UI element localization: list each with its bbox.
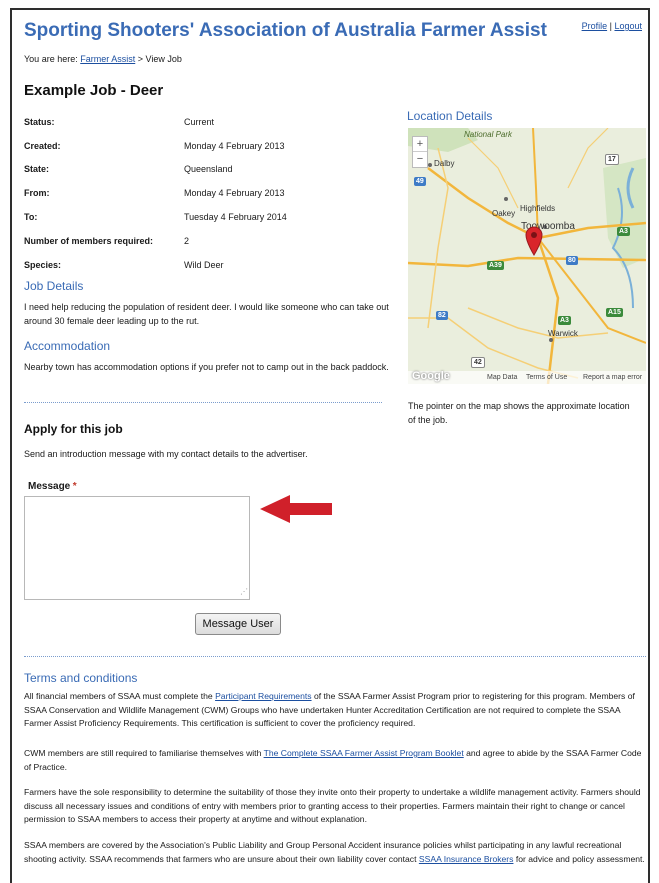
terms-text: CWM members are still required to famili…: [24, 748, 264, 758]
map-label-national-park: National Park: [464, 130, 513, 139]
breadcrumb: You are here: Farmer Assist > View Job: [24, 54, 182, 64]
link-separator: |: [609, 21, 612, 31]
map-label-oakey: Oakey: [492, 209, 516, 218]
breadcrumb-prefix: You are here:: [24, 54, 78, 64]
detail-row-status: Status: Current: [24, 110, 404, 134]
detail-row-members: Number of members required: 2: [24, 229, 404, 253]
location-map[interactable]: + − National Park Dalby Oakey Highfields…: [408, 128, 646, 384]
map-report-link[interactable]: Report a map error: [583, 374, 642, 381]
detail-row-to: To: Tuesday 4 February 2014: [24, 205, 404, 229]
map-caption: The pointer on the map shows the approxi…: [408, 401, 630, 425]
divider: [24, 656, 646, 657]
road-shield: A3: [617, 227, 630, 236]
map-label-warwick: Warwick: [548, 329, 578, 338]
road-shield: A15: [606, 308, 623, 317]
message-textarea[interactable]: [24, 496, 250, 600]
pointer-arrow-icon: [260, 495, 332, 523]
required-mark: *: [72, 481, 77, 492]
detail-label: To:: [24, 212, 38, 223]
site-title: Sporting Shooters' Association of Austra…: [24, 20, 547, 41]
participant-requirements-link[interactable]: Participant Requirements: [215, 691, 312, 701]
map-zoom-control: + −: [412, 136, 428, 168]
google-logo: Google: [412, 370, 450, 382]
detail-label: State:: [24, 164, 50, 175]
terms-paragraph-4: SSAA members are covered by the Associat…: [24, 839, 646, 866]
zoom-out-button[interactable]: −: [413, 151, 427, 166]
map-label-dalby: Dalby: [434, 159, 455, 168]
terms-text: All financial members of SSAA must compl…: [24, 691, 216, 701]
resize-grip-icon[interactable]: ⋰: [240, 587, 644, 881]
accommodation-text: Nearby town has accommodation options if…: [24, 362, 389, 372]
detail-value: Queensland: [184, 164, 233, 175]
road-shield: 82: [436, 311, 448, 320]
road-shield: 42: [471, 357, 485, 368]
road-shield: A3: [558, 316, 571, 325]
accommodation-heading: Accommodation: [24, 339, 111, 353]
message-label-text: Message: [28, 481, 71, 492]
detail-row-created: Created: Monday 4 February 2013: [24, 134, 404, 158]
map-label-highfields: Highfields: [520, 204, 556, 213]
road-shield: A39: [487, 261, 504, 270]
terms-paragraph-2: CWM members are still required to famili…: [24, 747, 646, 774]
detail-row-species: Species: Wild Deer: [24, 253, 404, 277]
apply-heading: Apply for this job: [24, 422, 123, 436]
detail-row-from: From: Monday 4 February 2013: [24, 181, 404, 205]
job-details-heading: Job Details: [24, 279, 84, 293]
terms-paragraph-1: All financial members of SSAA must compl…: [24, 690, 646, 731]
profile-link[interactable]: Profile: [582, 21, 608, 31]
logout-link[interactable]: Logout: [614, 21, 642, 31]
road-shield: 17: [605, 154, 619, 165]
detail-value: Wild Deer: [184, 259, 224, 270]
detail-label: Status:: [24, 116, 55, 127]
job-details-table: Status: Current Created: Monday 4 Februa…: [24, 110, 404, 277]
message-label: Message *: [28, 481, 77, 492]
breadcrumb-separator: >: [137, 54, 144, 64]
map-data-link[interactable]: Map Data: [487, 374, 517, 381]
detail-label: Created:: [24, 140, 61, 151]
detail-label: From:: [24, 188, 50, 199]
insurance-brokers-link[interactable]: SSAA Insurance Brokers: [419, 854, 514, 864]
detail-label: Species:: [24, 259, 62, 270]
job-details-text: I need help reducing the population of r…: [24, 302, 389, 326]
page-frame: Sporting Shooters' Association of Austra…: [10, 8, 650, 883]
terms-heading: Terms and conditions: [24, 671, 138, 685]
map-pin-icon[interactable]: [525, 226, 543, 256]
apply-description: Send an introduction message with my con…: [24, 449, 308, 459]
job-title: Example Job - Deer: [24, 82, 164, 99]
zoom-in-button[interactable]: +: [413, 137, 427, 151]
program-booklet-link[interactable]: The Complete SSAA Farmer Assist Program …: [264, 748, 464, 758]
terms-paragraph-3: Farmers have the sole responsibility to …: [24, 787, 641, 824]
detail-row-state: State: Queensland: [24, 158, 404, 182]
account-links: Profile | Logout: [582, 21, 642, 31]
detail-value: 2: [184, 235, 190, 246]
road-shield: 80: [566, 256, 578, 265]
detail-value: Monday 4 February 2013: [184, 188, 285, 199]
breadcrumb-home-link[interactable]: Farmer Assist: [80, 54, 135, 64]
detail-value: Monday 4 February 2013: [184, 140, 285, 151]
detail-value: Current: [184, 116, 215, 127]
road-shield: 49: [414, 177, 426, 186]
terms-text: for advice and policy assessment.: [513, 853, 645, 864]
map-terms-link[interactable]: Terms of Use: [526, 374, 567, 381]
breadcrumb-current: View Job: [145, 54, 182, 64]
location-heading: Location Details: [407, 109, 493, 123]
detail-label: Number of members required:: [24, 235, 154, 246]
message-user-button[interactable]: Message User: [195, 613, 281, 635]
detail-value: Tuesday 4 February 2014: [184, 212, 287, 223]
divider: [24, 402, 382, 403]
